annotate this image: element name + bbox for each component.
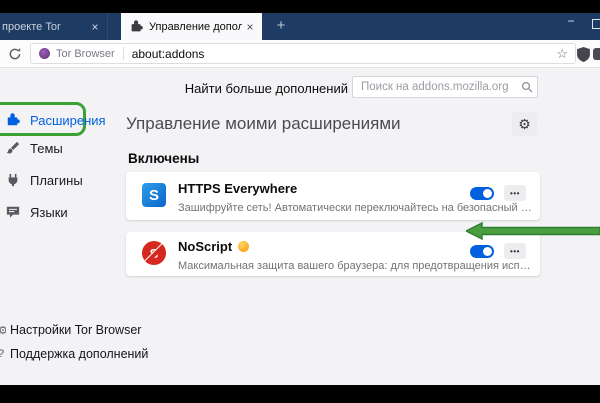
tab-title: Управление дополнениями <box>149 21 242 33</box>
sidebar-item-label: Расширения <box>30 113 106 128</box>
navigation-toolbar: Tor Browser about:addons ☆ <box>0 40 600 68</box>
tab-addons-manager[interactable]: Управление дополнениями × <box>121 13 262 40</box>
screenshot-noise-band-top <box>0 0 600 13</box>
gear-icon: ⚙ <box>0 324 6 337</box>
extension-enable-toggle[interactable] <box>470 187 494 200</box>
language-bubble-icon <box>6 205 21 219</box>
extension-card-https-everywhere[interactable]: S HTTPS Everywhere Зашифруйте сеть! Авто… <box>126 172 540 220</box>
puzzle-piece-icon <box>130 20 143 33</box>
plug-icon <box>6 173 21 187</box>
paintbrush-icon <box>6 141 21 155</box>
site-identity-label: Tor Browser <box>56 48 115 60</box>
page-title: Управление моими расширениями <box>126 114 401 134</box>
https-everywhere-icon: S <box>142 183 166 207</box>
url-bar[interactable]: Tor Browser about:addons ☆ <box>30 43 576 64</box>
extension-name[interactable]: HTTPS Everywhere <box>178 181 297 196</box>
addons-search-input[interactable] <box>353 81 515 93</box>
link-addons-support[interactable]: ? Поддержка дополнений <box>0 344 148 364</box>
extension-description: Максимальная защита вашего браузера: для… <box>178 260 532 272</box>
screenshot-noise-band-bottom <box>0 385 600 403</box>
noscript-icon: S <box>142 241 166 265</box>
window-maximize-button[interactable] <box>588 18 600 32</box>
toggle-knob <box>483 189 492 198</box>
sidebar-item-label: Плагины <box>30 173 83 188</box>
footer-link-label: Настройки Tor Browser <box>10 323 141 337</box>
find-more-addons-label: Найти больше дополнений <box>150 81 348 96</box>
extension-card-noscript[interactable]: S NoScript Максимальная защита вашего бр… <box>126 232 540 276</box>
sidebar-item-languages[interactable]: Языки <box>0 201 118 223</box>
recommended-badge-icon <box>238 241 249 252</box>
tab-bar: проекте Tor × Управление дополнениями × … <box>0 13 600 40</box>
reload-icon[interactable] <box>8 47 22 66</box>
tab-about-tor[interactable]: проекте Tor × <box>0 13 108 40</box>
help-icon: ? <box>0 348 6 360</box>
tab-title: проекте Tor <box>2 21 87 33</box>
url-text[interactable]: about:addons <box>132 47 557 61</box>
sidebar-item-plugins[interactable]: Плагины <box>0 169 118 191</box>
bookmark-star-icon[interactable]: ☆ <box>556 46 568 62</box>
more-options-button[interactable]: ••• <box>504 243 526 259</box>
sidebar-item-label: Языки <box>30 205 68 220</box>
tab-close-icon[interactable]: × <box>242 20 258 34</box>
puzzle-piece-icon <box>6 113 21 127</box>
tab-close-icon[interactable]: × <box>87 20 103 34</box>
extension-enable-toggle[interactable] <box>470 245 494 258</box>
footer-link-label: Поддержка дополнений <box>10 347 148 361</box>
extension-name[interactable]: NoScript <box>178 239 232 254</box>
urlbar-divider <box>123 47 124 60</box>
maximize-icon <box>592 19 600 29</box>
tor-onion-icon <box>39 48 50 59</box>
toolbar-overflow-icon[interactable] <box>593 48 600 60</box>
sidebar-item-label: Темы <box>30 141 63 156</box>
tools-gear-button[interactable]: ⚙ <box>512 112 537 136</box>
security-shield-icon[interactable] <box>577 47 590 67</box>
enabled-section-heading: Включены <box>128 151 199 166</box>
addons-search-box[interactable] <box>352 76 538 98</box>
sidebar-item-extensions[interactable]: Расширения <box>0 109 118 131</box>
toggle-knob <box>483 247 492 256</box>
sidebar-item-themes[interactable]: Темы <box>0 137 118 159</box>
link-tor-browser-settings[interactable]: ⚙ Настройки Tor Browser <box>0 320 141 340</box>
extension-description: Зашифруйте сеть! Автоматически переключа… <box>178 202 532 214</box>
more-options-button[interactable]: ••• <box>504 185 526 201</box>
search-icon <box>521 81 533 93</box>
new-tab-button[interactable]: + <box>272 17 290 35</box>
window-minimize-button[interactable]: − <box>562 14 580 28</box>
addons-page: Расширения Темы Плагины Языки ⚙ Настройк… <box>0 68 600 385</box>
